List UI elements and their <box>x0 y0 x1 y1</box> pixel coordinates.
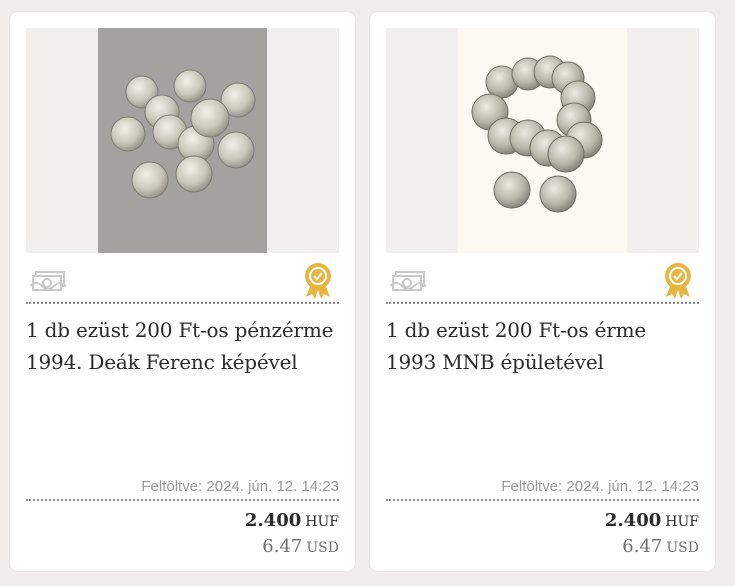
price-huf-currency: HUF <box>665 514 699 530</box>
listing-photo[interactable] <box>26 28 339 253</box>
price-huf-value: 2.400 <box>604 510 662 531</box>
coins-image <box>110 69 256 199</box>
quality-badge-icon <box>665 263 691 299</box>
price-usd-currency: USD <box>666 540 699 556</box>
price-huf-currency: HUF <box>305 514 339 530</box>
money-icon <box>30 271 67 291</box>
coins-photo <box>98 28 267 253</box>
price-huf: 2.400 HUF <box>605 510 699 531</box>
listing-icon-row <box>26 262 339 304</box>
upload-date: Feltöltve: 2024. jún. 12. 14:23 <box>386 478 699 501</box>
price-usd-value: 6.47 <box>622 536 663 557</box>
price-usd: 6.47 USD <box>622 536 699 557</box>
listing-photo[interactable] <box>386 28 699 253</box>
price-huf: 2.400 HUF <box>245 510 339 531</box>
listing-title[interactable]: 1 db ezüst 200 Ft-os pénzérme 1994. Deák… <box>26 314 342 378</box>
listing-card[interactable]: 1 db ezüst 200 Ft-os érme 1993 MNB épüle… <box>370 12 715 571</box>
coins-photo <box>458 28 627 253</box>
upload-date: Feltöltve: 2024. jún. 12. 14:23 <box>26 478 339 501</box>
money-icon <box>390 271 427 291</box>
quality-badge-icon <box>305 263 331 299</box>
listing-icon-row <box>386 262 699 304</box>
listing-title[interactable]: 1 db ezüst 200 Ft-os érme 1993 MNB épüle… <box>386 314 702 378</box>
price-usd-value: 6.47 <box>262 536 303 557</box>
price-huf-value: 2.400 <box>244 510 302 531</box>
price-usd-currency: USD <box>306 540 339 556</box>
coins-image <box>471 55 603 213</box>
listing-card[interactable]: 1 db ezüst 200 Ft-os pénzérme 1994. Deák… <box>10 12 355 571</box>
price-usd: 6.47 USD <box>262 536 339 557</box>
